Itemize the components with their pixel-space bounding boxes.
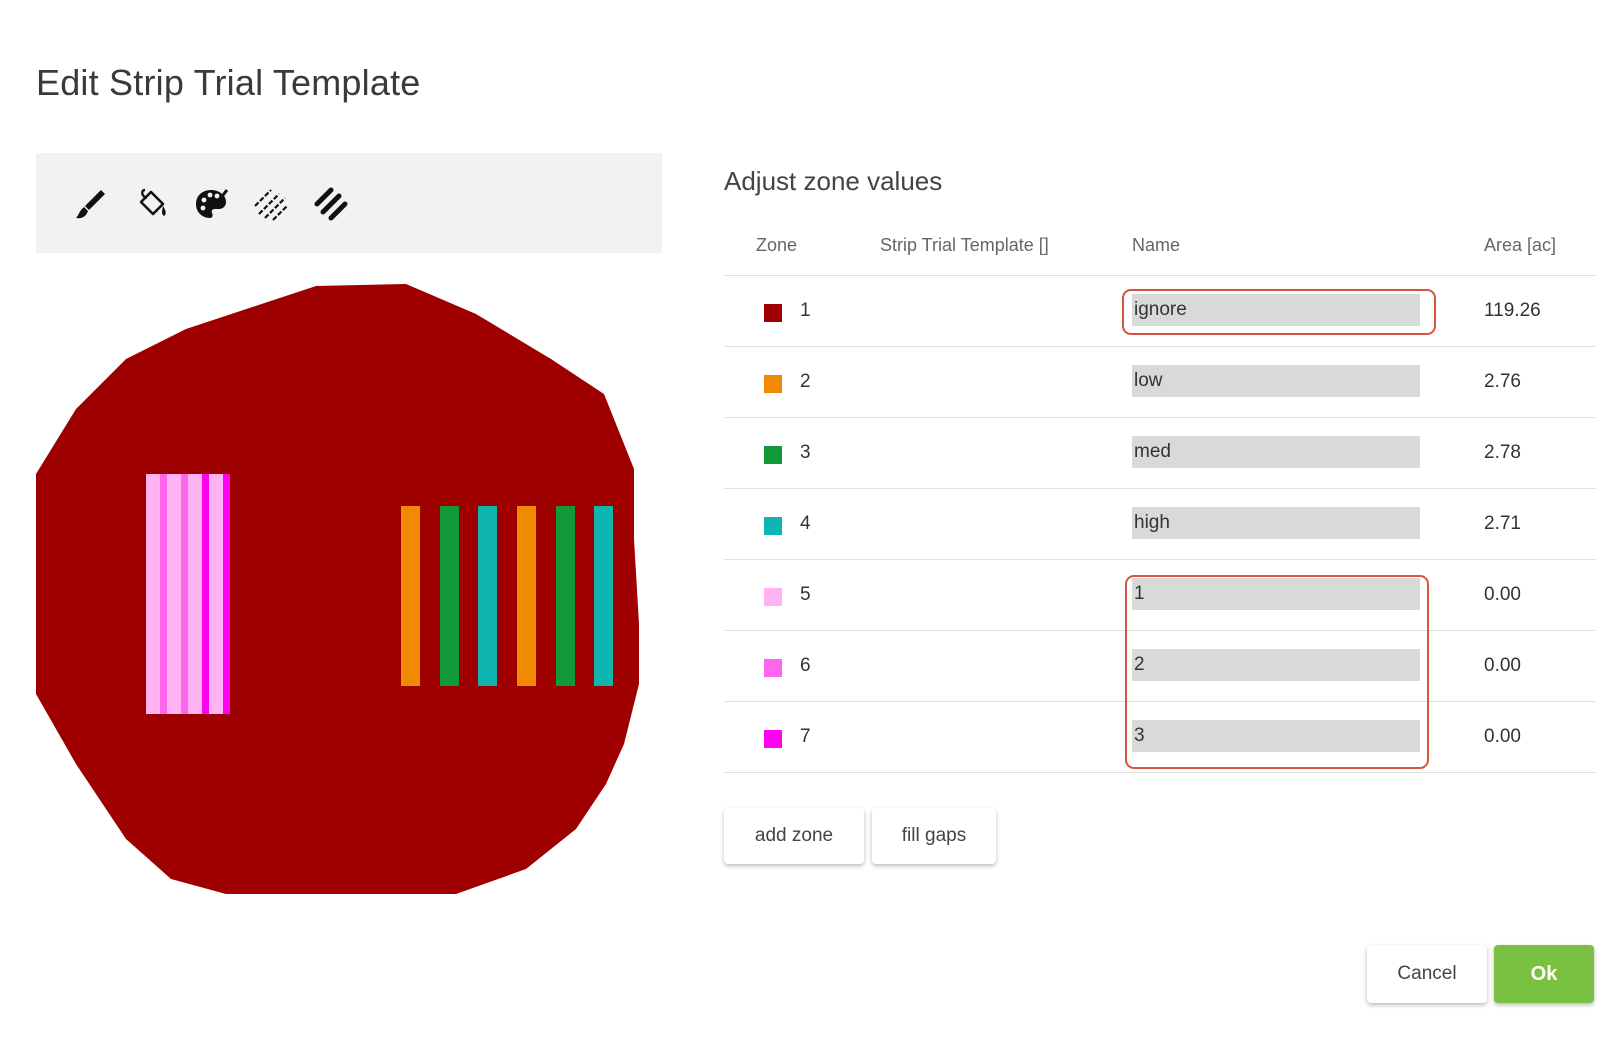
table-header: Zone Strip Trial Template [] Name Area [… <box>724 226 1596 276</box>
drawing-toolbar <box>36 153 662 253</box>
zone-area: 2.78 <box>1484 442 1521 463</box>
zone-area: 2.76 <box>1484 371 1521 392</box>
zone-color-swatch <box>764 588 782 606</box>
zone-area: 0.00 <box>1484 726 1521 747</box>
zone-row: 6 0.00 <box>724 631 1596 702</box>
header-name: Name <box>1132 235 1181 255</box>
zone-row: 5 0.00 <box>724 560 1596 631</box>
zone-row: 3 2.78 <box>724 418 1596 489</box>
brush-icon <box>76 190 105 219</box>
strips-tool-button[interactable] <box>310 183 352 225</box>
zone-name-input[interactable] <box>1132 294 1420 326</box>
fill-tool-button[interactable] <box>130 183 172 225</box>
zone-name-input[interactable] <box>1132 507 1420 539</box>
zone-name-input[interactable] <box>1132 578 1420 610</box>
field-map[interactable] <box>36 284 662 916</box>
zone-area: 119.26 <box>1484 300 1541 321</box>
fill-gaps-button[interactable]: fill gaps <box>872 808 996 864</box>
zone-color-swatch <box>764 517 782 535</box>
zone-name-input[interactable] <box>1132 720 1420 752</box>
diagonal-lines-icon <box>254 189 288 221</box>
zone-row: 7 0.00 <box>724 702 1596 773</box>
zones-table: Zone Strip Trial Template [] Name Area [… <box>724 226 1596 773</box>
zone-color-swatch <box>764 446 782 464</box>
cancel-button[interactable]: Cancel <box>1367 945 1487 1003</box>
zone-area: 0.00 <box>1484 655 1521 676</box>
zone-color-swatch <box>764 659 782 677</box>
zone-number: 4 <box>800 513 811 534</box>
zone-number: 2 <box>800 371 811 392</box>
brush-tool-button[interactable] <box>70 183 112 225</box>
header-strip-trial-template: Strip Trial Template [] <box>880 235 1049 255</box>
zone-color-swatch <box>764 730 782 748</box>
zone-number: 6 <box>800 655 811 676</box>
dialog-title: Edit Strip Trial Template <box>36 62 421 103</box>
paint-bucket-icon <box>139 188 166 216</box>
lines-tool-button[interactable] <box>250 183 292 225</box>
zone-name-input[interactable] <box>1132 436 1420 468</box>
add-zone-button[interactable]: add zone <box>724 808 864 864</box>
zone-area: 2.71 <box>1484 513 1521 534</box>
zone-number: 5 <box>800 584 811 605</box>
trial-strip-block <box>146 474 230 714</box>
zone-area: 0.00 <box>1484 584 1521 605</box>
palette-icon <box>196 189 229 218</box>
zone-row: 2 2.76 <box>724 347 1596 418</box>
zone-row: 1 119.26 <box>724 276 1596 347</box>
zone-name-input[interactable] <box>1132 365 1420 397</box>
panel-title: Adjust zone values <box>724 166 943 196</box>
header-area: Area [ac] <box>1484 235 1557 255</box>
zone-name-input[interactable] <box>1132 649 1420 681</box>
field-boundary <box>36 284 639 894</box>
zone-color-swatch <box>764 304 782 322</box>
zone-row: 4 2.71 <box>724 489 1596 560</box>
zone-number: 3 <box>800 442 811 463</box>
zone-number: 1 <box>800 300 811 321</box>
diagonal-strips-icon <box>314 187 348 221</box>
header-zone: Zone <box>756 235 798 255</box>
zone-number: 7 <box>800 726 811 747</box>
palette-tool-button[interactable] <box>190 183 232 225</box>
ok-button[interactable]: Ok <box>1494 945 1594 1003</box>
zone-color-swatch <box>764 375 782 393</box>
